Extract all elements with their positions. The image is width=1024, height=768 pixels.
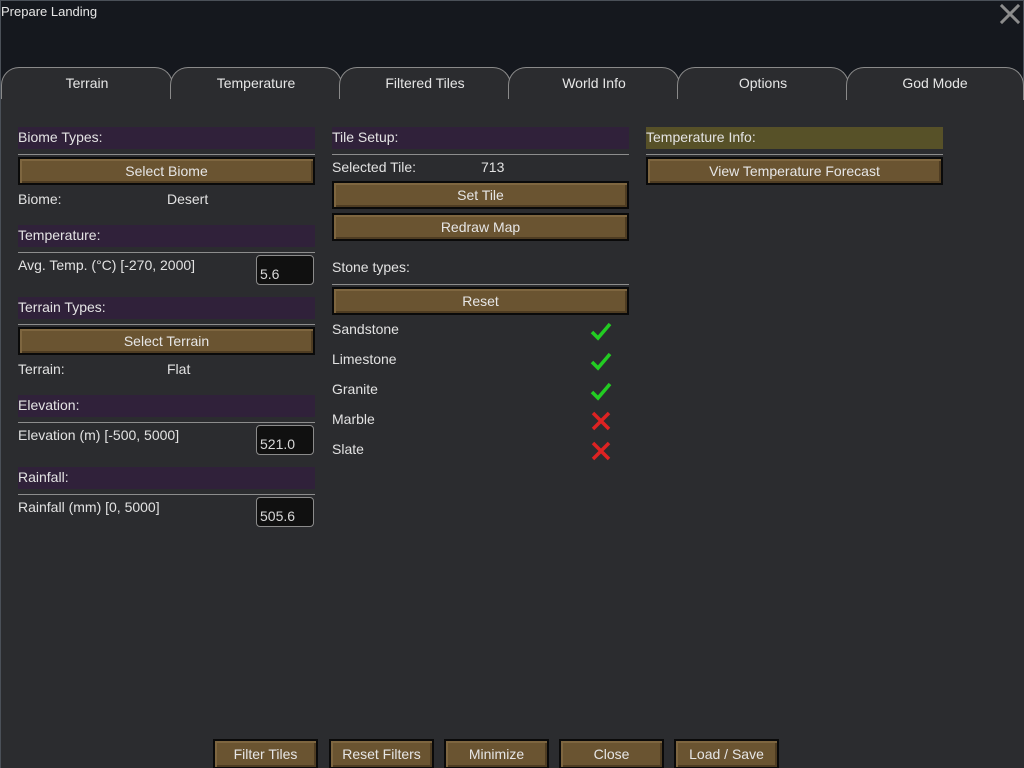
- filter-tiles-button[interactable]: Filter Tiles: [213, 739, 318, 768]
- rainfall-label: Rainfall (mm) [0, 5000]: [18, 499, 160, 515]
- cross-icon[interactable]: [589, 440, 613, 462]
- temperature-info-header: Temperature Info:: [646, 127, 943, 149]
- avg-temp-label: Avg. Temp. (°C) [-270, 2000]: [18, 257, 196, 273]
- divider: [18, 494, 315, 495]
- view-temperature-forecast-button[interactable]: View Temperature Forecast: [646, 157, 943, 185]
- divider: [332, 154, 629, 155]
- stone-types-label: Stone types:: [332, 259, 410, 275]
- terrain-label: Terrain:: [18, 361, 65, 377]
- close-x-icon[interactable]: [999, 3, 1021, 25]
- reset-stones-button[interactable]: Reset: [332, 287, 629, 315]
- rainfall-input[interactable]: [256, 497, 314, 527]
- stone-name: Sandstone: [332, 321, 399, 337]
- set-tile-button[interactable]: Set Tile: [332, 181, 629, 209]
- tab-bar: Terrain Temperature Filtered Tiles World…: [1, 67, 1024, 100]
- reset-filters-button[interactable]: Reset Filters: [329, 739, 434, 768]
- avg-temp-input[interactable]: [256, 255, 314, 285]
- tab-filtered-tiles[interactable]: Filtered Tiles: [339, 67, 511, 99]
- tab-temperature[interactable]: Temperature: [170, 67, 342, 99]
- elevation-label: Elevation (m) [-500, 5000]: [18, 427, 180, 443]
- biome-types-header: Biome Types:: [18, 127, 315, 149]
- tab-options[interactable]: Options: [677, 67, 849, 99]
- check-icon[interactable]: [589, 320, 613, 342]
- selected-tile-value: 713: [481, 159, 505, 175]
- load-save-button[interactable]: Load / Save: [674, 739, 779, 768]
- selected-tile-label: Selected Tile:: [332, 159, 417, 175]
- select-terrain-button[interactable]: Select Terrain: [18, 327, 315, 355]
- tile-setup-header: Tile Setup:: [332, 127, 629, 149]
- minimize-button[interactable]: Minimize: [444, 739, 549, 768]
- cross-icon[interactable]: [589, 410, 613, 432]
- stone-name: Granite: [332, 381, 378, 397]
- check-icon[interactable]: [589, 350, 613, 372]
- divider: [18, 422, 315, 423]
- tab-terrain[interactable]: Terrain: [1, 67, 173, 99]
- tab-world-info[interactable]: World Info: [508, 67, 680, 99]
- stone-name: Marble: [332, 411, 375, 427]
- temperature-header: Temperature:: [18, 225, 315, 247]
- divider: [18, 252, 315, 253]
- window-title: Prepare Landing: [1, 4, 98, 19]
- elevation-input[interactable]: [256, 425, 314, 455]
- biome-label: Biome:: [18, 191, 62, 207]
- redraw-map-button[interactable]: Redraw Map: [332, 213, 629, 241]
- terrain-value: Flat: [167, 361, 191, 377]
- elevation-header: Elevation:: [18, 395, 315, 417]
- biome-value: Desert: [167, 191, 209, 207]
- select-biome-button[interactable]: Select Biome: [18, 157, 315, 185]
- divider: [646, 154, 943, 155]
- stone-name: Limestone: [332, 351, 397, 367]
- terrain-types-header: Terrain Types:: [18, 297, 315, 319]
- divider: [332, 284, 629, 285]
- check-icon[interactable]: [589, 380, 613, 402]
- tab-god-mode[interactable]: God Mode: [846, 67, 1024, 100]
- close-button[interactable]: Close: [559, 739, 664, 768]
- divider: [18, 324, 315, 325]
- divider: [18, 154, 315, 155]
- rainfall-header: Rainfall:: [18, 467, 315, 489]
- stone-name: Slate: [332, 441, 364, 457]
- prepare-landing-window: Prepare Landing Terrain Temperature Filt…: [0, 0, 1024, 768]
